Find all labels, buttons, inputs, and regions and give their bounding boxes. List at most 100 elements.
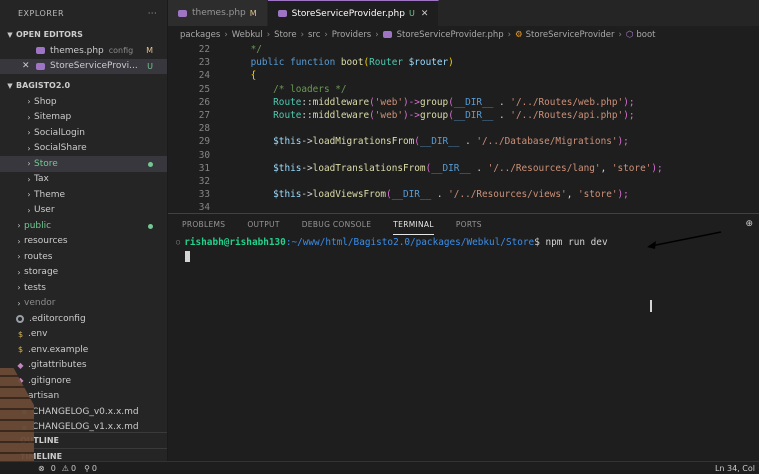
tree-folder-user[interactable]: › User: [0, 203, 167, 219]
untracked-dot: [148, 224, 153, 229]
breadcrumb-item[interactable]: Store: [274, 30, 296, 40]
chevron-right-icon: ›: [27, 159, 31, 169]
tree-folder-tests[interactable]: › tests: [0, 280, 167, 296]
code-token: 'web': [374, 110, 404, 122]
arrow-annotation: [647, 231, 722, 249]
more-actions-icon[interactable]: ···: [148, 9, 157, 18]
php-file-icon: [382, 31, 392, 38]
code-line: 24 {: [168, 69, 759, 82]
tab-terminal[interactable]: TERMINAL: [393, 214, 434, 235]
untracked-dot: [148, 162, 153, 167]
code-token: 'web': [374, 96, 404, 108]
chevron-down-icon: ▼: [7, 81, 13, 90]
open-editor-item[interactable]: ✕ StoreServiceProvi... U: [0, 58, 167, 74]
remote-icon[interactable]: ⊗: [38, 464, 45, 473]
line-number: 26: [198, 96, 210, 108]
code-token: '/../Resources/views': [448, 189, 567, 201]
breadcrumb-item[interactable]: StoreServiceProvider.php: [397, 30, 504, 40]
new-terminal-icon[interactable]: ⊕: [745, 219, 753, 229]
code-token: {: [228, 70, 257, 82]
untracked-badge: U: [408, 9, 415, 18]
code-token: /* loaders */: [228, 83, 347, 95]
tab-debug-console[interactable]: DEBUG CONSOLE: [302, 214, 372, 235]
breadcrumb-item[interactable]: Webkul: [232, 30, 263, 40]
tree-folder-tax[interactable]: › Tax: [0, 172, 167, 188]
tree-file-gitignore[interactable]: ◆.gitignore: [0, 373, 167, 389]
tree-folder-public[interactable]: › public: [0, 218, 167, 234]
line-number: 22: [198, 44, 210, 56]
code-token: loadViewsFrom: [312, 189, 387, 201]
open-editor-item[interactable]: themes.php config M: [0, 43, 167, 59]
code-line: 32: [168, 175, 759, 188]
breadcrumb: packages › Webkul › Store › src › Providers ›…: [180, 29, 656, 40]
code-text: Route::middleware('web')->group(__DIR__ …: [228, 110, 634, 121]
terminal-command: npm run dev: [545, 236, 608, 248]
tab-output[interactable]: OUTPUT: [247, 214, 279, 235]
warning-count[interactable]: 0: [71, 464, 76, 473]
command-status-icon: ○: [176, 238, 181, 246]
code-token: */: [228, 44, 262, 56]
line-number: 25: [198, 83, 210, 95]
code-text: {: [228, 70, 257, 82]
tree-file-editorconfig[interactable]: .editorconfig: [0, 311, 167, 327]
code-token: $this: [228, 136, 302, 148]
tab-store-service-provider[interactable]: StoreServiceProvider.php U ✕: [267, 0, 440, 26]
cursor-position[interactable]: Ln 34, Col: [715, 464, 755, 473]
code-token: );: [651, 162, 663, 174]
tree-folder-theme[interactable]: › Theme: [0, 187, 167, 203]
code-line: 29 $this->loadMigrationsFrom(__DIR__ . '…: [168, 135, 759, 148]
tree-folder-socialshare[interactable]: › SocialShare: [0, 141, 167, 157]
tree-file-gitattributes[interactable]: ◆ .gitattributes: [0, 358, 167, 374]
gear-icon: [16, 314, 24, 323]
tree-file-env[interactable]: $ .env: [0, 327, 167, 343]
code-line: 27 Route::middleware('web')->group(__DIR…: [168, 109, 759, 122]
tree-folder-vendor[interactable]: › vendor: [0, 296, 167, 312]
env-file-icon: $: [17, 329, 24, 339]
code-editor[interactable]: 22 */23 public function boot(Router $rou…: [168, 43, 759, 214]
code-token: group: [419, 96, 449, 108]
code-token: ::: [301, 96, 313, 108]
chevron-right-icon: ›: [27, 205, 31, 215]
line-number: 29: [198, 136, 210, 148]
tree-file-env-example[interactable]: $ .env.example: [0, 342, 167, 358]
tree-folder-shop[interactable]: › Shop: [0, 94, 167, 110]
tab-ports[interactable]: PORTS: [456, 214, 482, 235]
tree-folder-sociallogin[interactable]: › SocialLogin: [0, 125, 167, 141]
editor-area: themes.php M StoreServiceProvider.php U …: [168, 0, 759, 213]
ports-count[interactable]: 0: [92, 464, 97, 473]
close-icon[interactable]: ✕: [421, 9, 429, 19]
code-token: ->: [301, 189, 313, 201]
php-file-icon: [36, 62, 45, 70]
tree-folder-storage[interactable]: › storage: [0, 265, 167, 281]
breadcrumb-item[interactable]: boot: [636, 30, 655, 40]
code-token: __DIR__: [419, 136, 460, 148]
error-count[interactable]: 0: [51, 464, 56, 473]
breadcrumb-item[interactable]: packages: [180, 30, 220, 40]
breadcrumb-item[interactable]: Providers: [332, 30, 371, 40]
tab-themes-php[interactable]: themes.php M: [168, 0, 268, 26]
line-number: 30: [198, 149, 210, 161]
tab-problems[interactable]: PROBLEMS: [182, 214, 225, 235]
line-number: 34: [198, 202, 210, 214]
code-token: .: [493, 110, 511, 122]
tree-folder-resources[interactable]: › resources: [0, 234, 167, 250]
code-token: ->: [301, 162, 313, 174]
chevron-right-icon: ›: [17, 298, 21, 308]
chevron-right-icon: ›: [17, 283, 21, 293]
code-token: ): [448, 57, 454, 69]
breadcrumb-item[interactable]: src: [308, 30, 320, 40]
code-token: public function: [250, 57, 341, 69]
code-token: .: [431, 189, 449, 201]
project-section[interactable]: ▼ BAGISTO2.0: [0, 77, 167, 94]
tree-folder-sitemap[interactable]: › Sitemap: [0, 110, 167, 126]
tree-folder-routes[interactable]: › routes: [0, 249, 167, 265]
code-token: $this: [228, 189, 302, 201]
open-editors-section[interactable]: ▼ OPEN EDITORS: [0, 26, 167, 43]
modified-badge: M: [249, 8, 257, 18]
line-number: 27: [198, 110, 210, 122]
breadcrumb-item[interactable]: StoreServiceProvider: [526, 30, 615, 40]
code-text: $this->loadTranslationsFrom(__DIR__ . '/…: [228, 163, 663, 174]
chevron-right-icon: ›: [27, 97, 31, 107]
close-icon[interactable]: ✕: [22, 61, 36, 71]
tree-folder-store[interactable]: › Store: [0, 156, 167, 172]
